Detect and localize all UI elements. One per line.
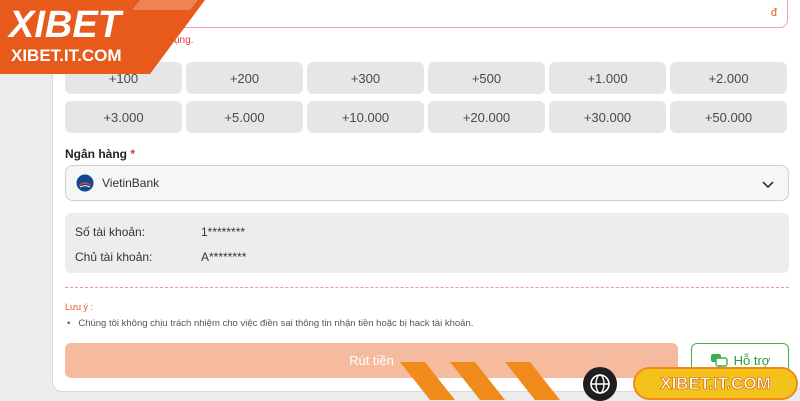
quick-amount-button[interactable]: +20.000 <box>428 101 545 133</box>
quick-amount-button[interactable]: +3.000 <box>65 101 182 133</box>
required-mark: * <box>130 147 136 161</box>
vietinbank-logo-icon <box>76 174 94 192</box>
account-holder-label: Chủ tài khoản: <box>75 250 153 264</box>
quick-amount-button[interactable]: +10.000 <box>307 101 424 133</box>
logo-wordmark: XIBET <box>9 4 121 46</box>
account-number-row: Số tài khoản: 1******** <box>75 225 245 239</box>
note-item: • Chúng tôi không chịu trách nhiệm cho vi… <box>67 318 473 329</box>
brand-logo: XIBET XIBET.IT.COM <box>0 0 205 74</box>
chevron-down-icon <box>760 176 776 192</box>
site-domain-badge[interactable]: XIBET.IT.COM <box>633 367 798 400</box>
logo-domain: XIBET.IT.COM <box>11 46 122 65</box>
support-label: Hỗ trợ <box>733 353 771 368</box>
account-number-value: 1******** <box>201 225 246 239</box>
account-holder-value: A******** <box>201 250 247 264</box>
account-number-label: Số tài khoản: <box>75 225 146 239</box>
bullet-icon: • <box>67 318 71 329</box>
bank-field-label: Ngân hàng * <box>65 147 135 161</box>
quick-amount-button[interactable]: +5.000 <box>186 101 303 133</box>
note-text: Chúng tôi không chịu trách nhiệm cho việ… <box>78 318 474 329</box>
account-holder-row: Chủ tài khoản: A******** <box>75 250 246 264</box>
note-title: Lưu ý : <box>65 302 94 312</box>
quick-amount-button[interactable]: +50.000 <box>670 101 787 133</box>
bank-label-text: Ngân hàng <box>65 147 127 161</box>
currency-unit: đ <box>770 7 777 19</box>
account-info-box: Số tài khoản: 1******** Chủ tài khoản: A… <box>65 213 789 273</box>
quick-amount-button[interactable]: +1.000 <box>549 62 666 94</box>
quick-amount-button[interactable]: +300 <box>307 62 424 94</box>
section-divider <box>65 287 789 288</box>
quick-amount-button[interactable]: +2.000 <box>670 62 787 94</box>
bank-select[interactable]: VietinBank <box>65 165 789 201</box>
quick-amount-button[interactable]: +500 <box>428 62 545 94</box>
quick-amount-button[interactable]: +30.000 <box>549 101 666 133</box>
selected-bank-name: VietinBank <box>102 176 160 190</box>
globe-icon[interactable] <box>583 367 617 401</box>
